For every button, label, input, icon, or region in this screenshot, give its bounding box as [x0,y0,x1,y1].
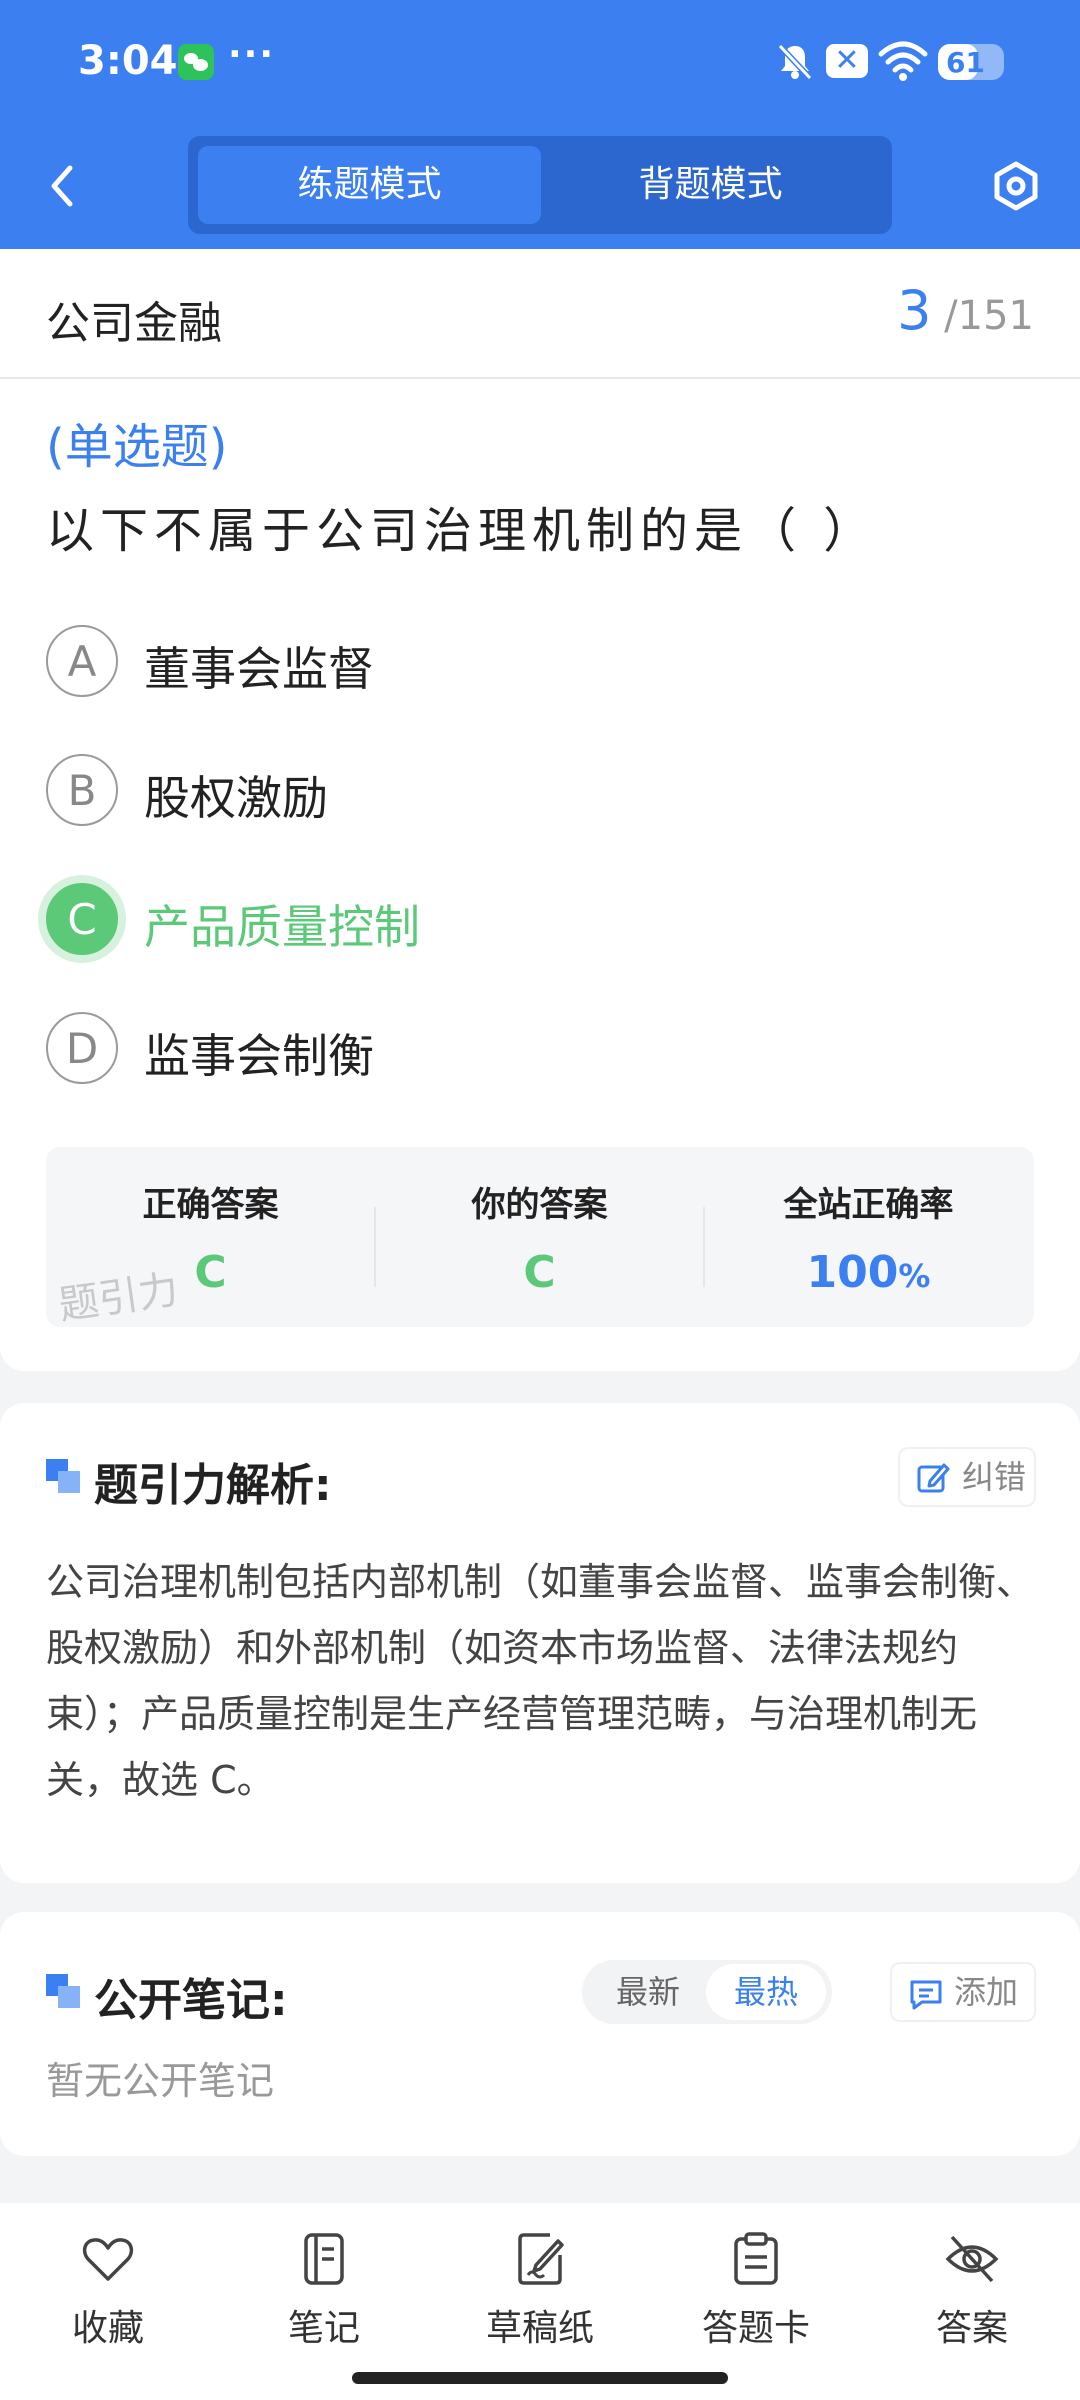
heart-icon [82,2238,134,2281]
notes-sort-toggle: 最新 最热 [582,1960,832,2024]
accuracy-number: 100 [806,1247,899,1298]
question-stem: (单选题) 以下不属于公司治理机制的是（ ） [46,405,1036,573]
more-notifications-icon: ··· [228,34,276,75]
answer-sheet-icon [734,2232,778,2285]
tab-practice-mode[interactable]: 练题模式 [198,146,541,224]
eye-off-icon [945,2235,999,2283]
empty-notes-text: 暂无公开笔记 [46,2059,275,2103]
add-note-button[interactable]: 添加 [890,1962,1036,2022]
sort-hottest[interactable]: 最热 [706,1964,826,2020]
total-question-count: 151 [957,293,1034,339]
option-letter: A [46,625,118,697]
nav-scratch-paper[interactable]: 草稿纸 [432,2203,648,2363]
bottom-nav: 收藏 笔记 草稿纸 答题卡 答案 [0,2203,1080,2400]
tab-memorize-mode[interactable]: 背题模式 [539,146,882,224]
option-letter: C [46,883,118,955]
home-indicator[interactable] [352,2372,728,2384]
progress-separator: / [944,293,958,339]
status-time: 3:04 [78,38,178,84]
option-text: 股权激励 [144,771,328,825]
accuracy-label: 全站正确率 [783,1185,954,1225]
current-question-number: 3 [897,279,932,342]
mode-toggle: 练题模式 背题模式 [188,136,892,234]
correct-answer-label: 正确答案 [142,1185,279,1225]
scratch-paper-icon [518,2233,564,2285]
wechat-notification-icon [178,44,214,80]
answer-summary: 正确答案 C 你的答案 C 全站正确率 100% 题引力 [46,1147,1034,1329]
nav-notes[interactable]: 笔记 [216,2203,432,2363]
your-answer-col: 你的答案 C [375,1147,704,1327]
nav-answer-sheet[interactable]: 答题卡 [648,2203,864,2363]
nav-notes-label: 笔记 [287,2308,360,2349]
nav-favorite[interactable]: 收藏 [0,2203,216,2363]
question-type: (单选题) [46,419,228,475]
wifi-icon [878,41,928,81]
nav-answer[interactable]: 答案 [864,2203,1080,2363]
option-text: 监事会制衡 [144,1029,374,1083]
report-error-button[interactable]: 纠错 [898,1447,1036,1507]
notes-title: 公开笔记: [94,1975,288,2026]
option-letter: B [46,754,118,826]
option-a[interactable]: A 董事会监督 [46,625,946,701]
accuracy-col: 全站正确率 100% [704,1147,1033,1327]
battery-level-text: 61 [946,46,985,79]
nav-answer-label: 答案 [935,2308,1008,2349]
comment-icon [910,1980,942,2010]
header: 3:04 ··· ✕ 61 练题模式 背题模式 [0,0,1080,249]
nav-scratch-paper-label: 草稿纸 [485,2308,594,2349]
add-note-label: 添加 [954,1973,1019,2011]
hexagon-settings-icon[interactable] [990,160,1042,212]
option-c-correct[interactable]: C 产品质量控制 [46,883,946,959]
subject-row: 公司金融 3 /151 [0,249,1080,379]
section-icon [46,1974,80,2008]
report-error-label: 纠错 [962,1458,1027,1496]
your-answer-label: 你的答案 [471,1185,608,1225]
question-card: 公司金融 3 /151 (单选题) 以下不属于公司治理机制的是（ ） A 董事会监… [0,249,1080,1371]
analysis-title: 题引力解析: [94,1460,332,1511]
option-d[interactable]: D 监事会制衡 [46,1012,946,1088]
nav-answer-sheet-label: 答题卡 [701,2308,810,2349]
accuracy-value: 100% [704,1247,1033,1298]
status-bar: 3:04 ··· ✕ 61 [0,0,1080,125]
public-notes-card: 公开笔记: 最新 最热 添加 暂无公开笔记 [0,1912,1080,2156]
battery-icon: 61 [938,44,1004,80]
option-text: 产品质量控制 [144,900,420,954]
your-answer-value: C [523,1247,556,1298]
subject-title: 公司金融 [46,298,222,349]
edit-icon [917,1463,950,1493]
sort-latest[interactable]: 最新 [588,1964,708,2020]
nav-favorite-label: 收藏 [71,2308,144,2349]
analysis-card: 题引力解析: 纠错 公司治理机制包括内部机制（如董事会监督、监事会制衡、股权激励… [0,1403,1080,1883]
analysis-text: 公司治理机制包括内部机制（如董事会监督、监事会制衡、股权激励）和外部机制（如资本… [46,1560,1035,1802]
close-badge-icon: ✕ [826,44,868,78]
option-text: 董事会监督 [144,642,374,696]
chevron-left-icon[interactable] [42,158,82,214]
mute-icon [777,43,813,81]
option-letter: D [46,1012,118,1084]
section-icon [46,1459,80,1493]
question-progress: 3 /151 [897,279,1034,342]
option-b[interactable]: B 股权激励 [46,754,946,830]
notebook-icon [304,2233,344,2285]
question-text: 以下不属于公司治理机制的是（ ） [46,503,878,559]
accuracy-unit: % [898,1257,931,1295]
